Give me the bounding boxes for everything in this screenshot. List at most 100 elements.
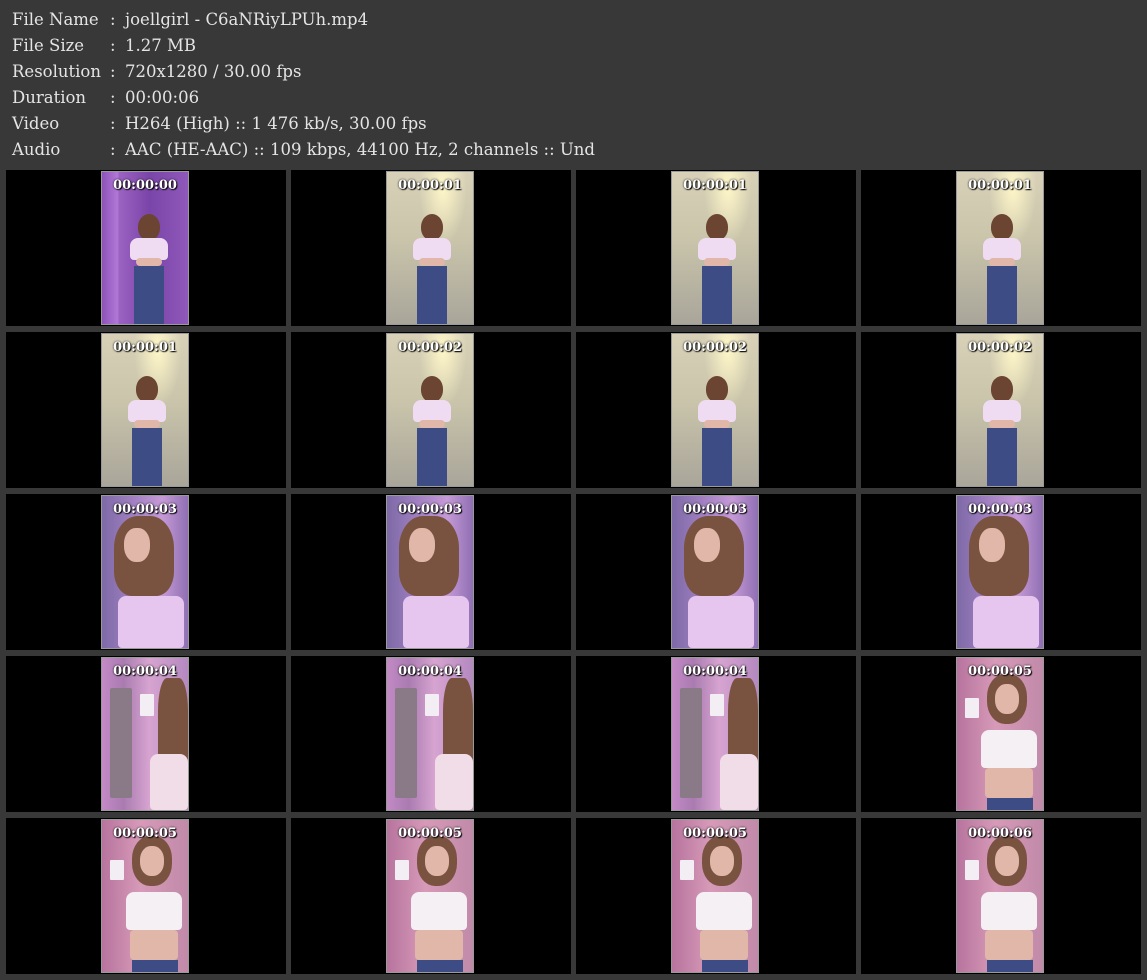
elevator-sign (140, 694, 154, 716)
figure-head (706, 214, 728, 240)
figure-jeans (132, 960, 178, 972)
frame-image (957, 658, 1043, 810)
figure-midriff (989, 420, 1015, 428)
video-frame-thumbnail: 00:00:02 (671, 333, 759, 487)
figure-top (150, 754, 188, 810)
video-frame-thumbnail: 00:00:01 (956, 171, 1044, 325)
thumbnail-cell: 00:00:04 (576, 656, 856, 812)
frame-timestamp: 00:00:06 (968, 826, 1032, 841)
video-frame-thumbnail: 00:00:04 (386, 657, 474, 811)
frame-image (957, 820, 1043, 972)
figure-jeans (987, 798, 1033, 810)
video-frame-thumbnail: 00:00:03 (956, 495, 1044, 649)
thumbnail-cell: 00:00:00 (6, 170, 286, 326)
frame-image (672, 172, 758, 324)
figure-jeans (987, 960, 1033, 972)
frame-image (387, 496, 473, 648)
info-label: Duration (12, 88, 87, 107)
thumbnail-cell: 00:00:03 (6, 494, 286, 650)
figure-midriff (134, 420, 160, 428)
frame-timestamp: 00:00:04 (113, 664, 177, 679)
frame-timestamp: 00:00:03 (683, 502, 747, 517)
figure-midriff (136, 258, 162, 266)
info-value: joellgirl - C6aNRiyLPUh.mp4 (125, 10, 369, 29)
figure-face (425, 846, 449, 876)
frame-timestamp: 00:00:05 (113, 826, 177, 841)
frame-image (387, 820, 473, 972)
figure-jeans (134, 266, 164, 324)
wall-sign (965, 860, 979, 880)
frame-timestamp: 00:00:03 (398, 502, 462, 517)
figure-midriff (985, 768, 1033, 798)
frame-image (102, 172, 188, 324)
frame-timestamp: 00:00:01 (113, 340, 177, 355)
figure-face (710, 846, 734, 876)
figure-top (126, 892, 182, 930)
figure-head (706, 376, 728, 402)
thumbnail-cell: 00:00:02 (861, 332, 1141, 488)
video-frame-thumbnail: 00:00:06 (956, 819, 1044, 973)
figure-face (995, 684, 1019, 714)
frame-image (387, 334, 473, 486)
figure-top (413, 238, 451, 260)
frame-timestamp: 00:00:00 (113, 178, 177, 193)
figure-top (435, 754, 473, 810)
figure-top (983, 400, 1021, 422)
figure-face (409, 528, 435, 562)
info-value: 720x1280 / 30.00 fps (125, 62, 302, 81)
video-frame-thumbnail: 00:00:04 (101, 657, 189, 811)
frame-timestamp: 00:00:04 (398, 664, 462, 679)
thumbnail-cell: 00:00:05 (861, 656, 1141, 812)
video-frame-thumbnail: 00:00:01 (101, 333, 189, 487)
figure-top (696, 892, 752, 930)
thumbnail-cell: 00:00:05 (6, 818, 286, 974)
figure-top (118, 596, 184, 648)
wall-sign (395, 860, 409, 880)
figure-head (991, 376, 1013, 402)
thumbnail-cell: 00:00:01 (6, 332, 286, 488)
frame-timestamp: 00:00:04 (683, 664, 747, 679)
frame-image (672, 496, 758, 648)
figure-top (981, 730, 1037, 768)
figure-top (130, 238, 168, 260)
wall-sign (110, 860, 124, 880)
figure-top (973, 596, 1039, 648)
info-separator: : (110, 88, 116, 107)
figure-head (138, 214, 160, 240)
figure-midriff (419, 420, 445, 428)
frame-timestamp: 00:00:05 (968, 664, 1032, 679)
frame-timestamp: 00:00:02 (398, 340, 462, 355)
video-frame-thumbnail: 00:00:03 (671, 495, 759, 649)
figure-midriff (419, 258, 445, 266)
figure-midriff (704, 258, 730, 266)
figure-top (411, 892, 467, 930)
elevator-panel (110, 688, 132, 798)
frame-image (672, 334, 758, 486)
figure-jeans (702, 428, 732, 486)
elevator-panel (680, 688, 702, 798)
figure-top (698, 238, 736, 260)
figure-jeans (702, 960, 748, 972)
frame-timestamp: 00:00:03 (968, 502, 1032, 517)
info-separator: : (110, 114, 116, 133)
info-label: File Name (12, 10, 99, 29)
figure-head (421, 376, 443, 402)
info-label: Video (12, 114, 60, 133)
figure-top (688, 596, 754, 648)
figure-midriff (700, 930, 748, 960)
info-separator: : (110, 62, 116, 81)
frame-timestamp: 00:00:05 (683, 826, 747, 841)
figure-top (128, 400, 166, 422)
info-value: 00:00:06 (125, 88, 200, 107)
figure-head (421, 214, 443, 240)
figure-face (140, 846, 164, 876)
frame-timestamp: 00:00:03 (113, 502, 177, 517)
frame-image (102, 334, 188, 486)
video-frame-thumbnail: 00:00:05 (956, 657, 1044, 811)
thumbnail-cell: 00:00:04 (6, 656, 286, 812)
thumbnail-cell: 00:00:02 (291, 332, 571, 488)
figure-jeans (417, 428, 447, 486)
thumbnail-cell: 00:00:06 (861, 818, 1141, 974)
figure-midriff (985, 930, 1033, 960)
figure-jeans (132, 428, 162, 486)
